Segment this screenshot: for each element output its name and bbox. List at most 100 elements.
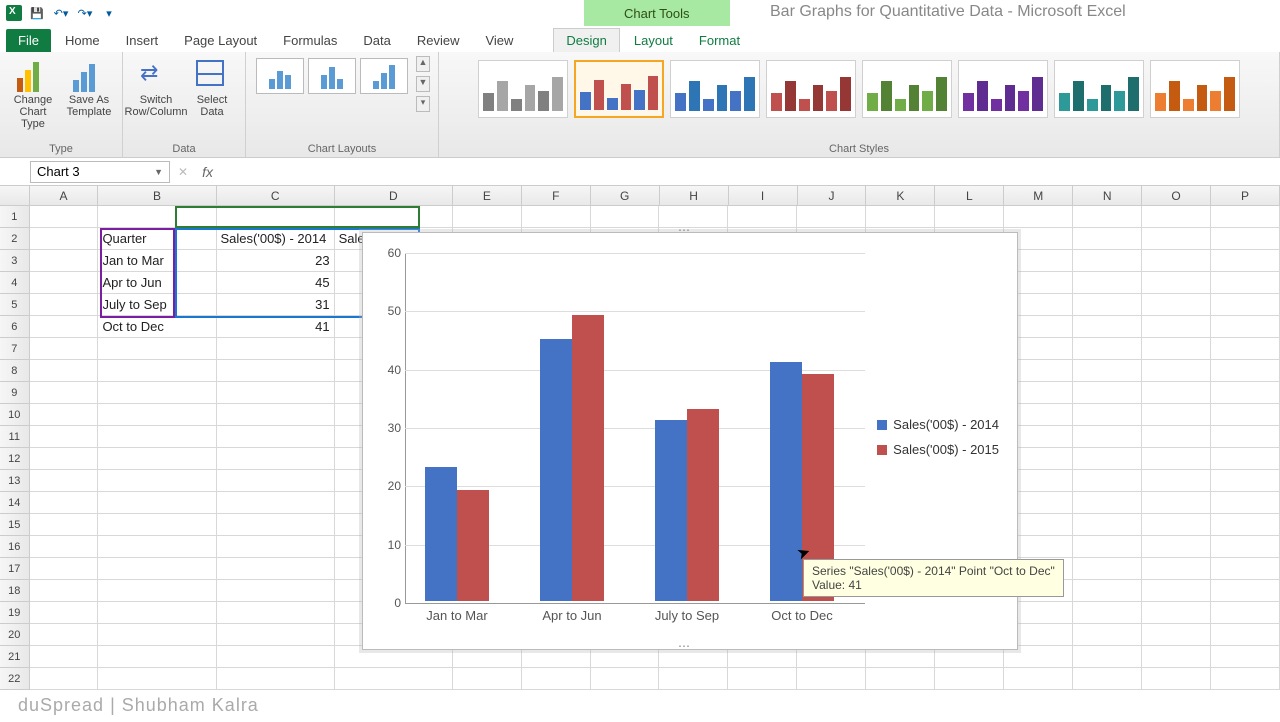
col-header-K[interactable]: K [866,186,935,206]
bar-Sales-00-2015-0[interactable] [457,490,489,601]
chart-style-5[interactable] [862,60,952,118]
cell-N8[interactable] [1073,360,1142,382]
row-header-2[interactable]: 2 [0,228,30,250]
cell-C1[interactable] [217,206,335,228]
row-header-9[interactable]: 9 [0,382,30,404]
cell-O12[interactable] [1142,448,1211,470]
bar-Sales-00-2014-3[interactable] [770,362,802,601]
col-header-E[interactable]: E [453,186,522,206]
col-header-O[interactable]: O [1142,186,1211,206]
cell-C4[interactable]: 45 [217,272,335,294]
chart-layout-2[interactable] [308,58,356,94]
cell-N19[interactable] [1073,602,1142,624]
cell-P10[interactable] [1211,404,1280,426]
cell-N4[interactable] [1073,272,1142,294]
cell-O4[interactable] [1142,272,1211,294]
cell-B20[interactable] [98,624,216,646]
chart-layout-1[interactable] [256,58,304,94]
cell-B17[interactable] [98,558,216,580]
cell-B19[interactable] [98,602,216,624]
cancel-formula-icon[interactable]: ✕ [178,165,188,179]
cell-A10[interactable] [30,404,99,426]
row-header-7[interactable]: 7 [0,338,30,360]
tab-data[interactable]: Data [351,29,402,52]
cell-F22[interactable] [522,668,591,690]
cell-P1[interactable] [1211,206,1280,228]
cell-P14[interactable] [1211,492,1280,514]
cell-B12[interactable] [98,448,216,470]
cell-I22[interactable] [728,668,797,690]
cell-C16[interactable] [217,536,335,558]
row-header-6[interactable]: 6 [0,316,30,338]
cell-P20[interactable] [1211,624,1280,646]
row-header-22[interactable]: 22 [0,668,30,690]
bar-Sales-00-2015-2[interactable] [687,409,719,602]
row-header-1[interactable]: 1 [0,206,30,228]
cell-O20[interactable] [1142,624,1211,646]
cell-L22[interactable] [935,668,1004,690]
cell-P6[interactable] [1211,316,1280,338]
bar-Sales-00-2015-1[interactable] [572,315,604,601]
cell-P11[interactable] [1211,426,1280,448]
row-header-20[interactable]: 20 [0,624,30,646]
cell-P9[interactable] [1211,382,1280,404]
cell-O1[interactable] [1142,206,1211,228]
col-header-D[interactable]: D [335,186,453,206]
cell-O11[interactable] [1142,426,1211,448]
switch-row-column-button[interactable]: Switch Row/Column [131,56,181,118]
cell-N17[interactable] [1073,558,1142,580]
cell-H1[interactable] [659,206,728,228]
row-header-12[interactable]: 12 [0,448,30,470]
cell-B15[interactable] [98,514,216,536]
chart-resize-top[interactable] [678,230,702,236]
cell-A17[interactable] [30,558,99,580]
cell-O6[interactable] [1142,316,1211,338]
cell-B10[interactable] [98,404,216,426]
cell-A14[interactable] [30,492,99,514]
cell-J22[interactable] [797,668,866,690]
tab-home[interactable]: Home [53,29,112,52]
cell-N7[interactable] [1073,338,1142,360]
tab-view[interactable]: View [473,29,525,52]
cell-B8[interactable] [98,360,216,382]
cell-P18[interactable] [1211,580,1280,602]
cell-C11[interactable] [217,426,335,448]
cell-G22[interactable] [591,668,660,690]
cell-A22[interactable] [30,668,99,690]
cell-O14[interactable] [1142,492,1211,514]
qat-customize-icon[interactable]: ▾ [100,4,118,22]
cell-P2[interactable] [1211,228,1280,250]
col-header-I[interactable]: I [729,186,798,206]
col-header-N[interactable]: N [1073,186,1142,206]
cell-A18[interactable] [30,580,99,602]
row-header-13[interactable]: 13 [0,470,30,492]
cell-P13[interactable] [1211,470,1280,492]
cell-C2[interactable]: Sales('00$) - 2014 [217,228,335,250]
cell-A6[interactable] [30,316,99,338]
cell-B14[interactable] [98,492,216,514]
cell-B22[interactable] [98,668,216,690]
cell-C22[interactable] [217,668,335,690]
cell-E22[interactable] [453,668,522,690]
cell-P17[interactable] [1211,558,1280,580]
cell-N12[interactable] [1073,448,1142,470]
cell-N22[interactable] [1073,668,1142,690]
cell-N20[interactable] [1073,624,1142,646]
cell-A11[interactable] [30,426,99,448]
cell-O22[interactable] [1142,668,1211,690]
cell-N13[interactable] [1073,470,1142,492]
cell-P19[interactable] [1211,602,1280,624]
col-header-H[interactable]: H [660,186,729,206]
row-header-8[interactable]: 8 [0,360,30,382]
tab-page-layout[interactable]: Page Layout [172,29,269,52]
cell-A2[interactable] [30,228,99,250]
row-header-21[interactable]: 21 [0,646,30,668]
cell-A15[interactable] [30,514,99,536]
chart-layout-3[interactable] [360,58,408,94]
cell-A3[interactable] [30,250,99,272]
cell-K22[interactable] [866,668,935,690]
cell-C19[interactable] [217,602,335,624]
tab-file[interactable]: File [6,29,51,52]
cell-O18[interactable] [1142,580,1211,602]
cell-A9[interactable] [30,382,99,404]
